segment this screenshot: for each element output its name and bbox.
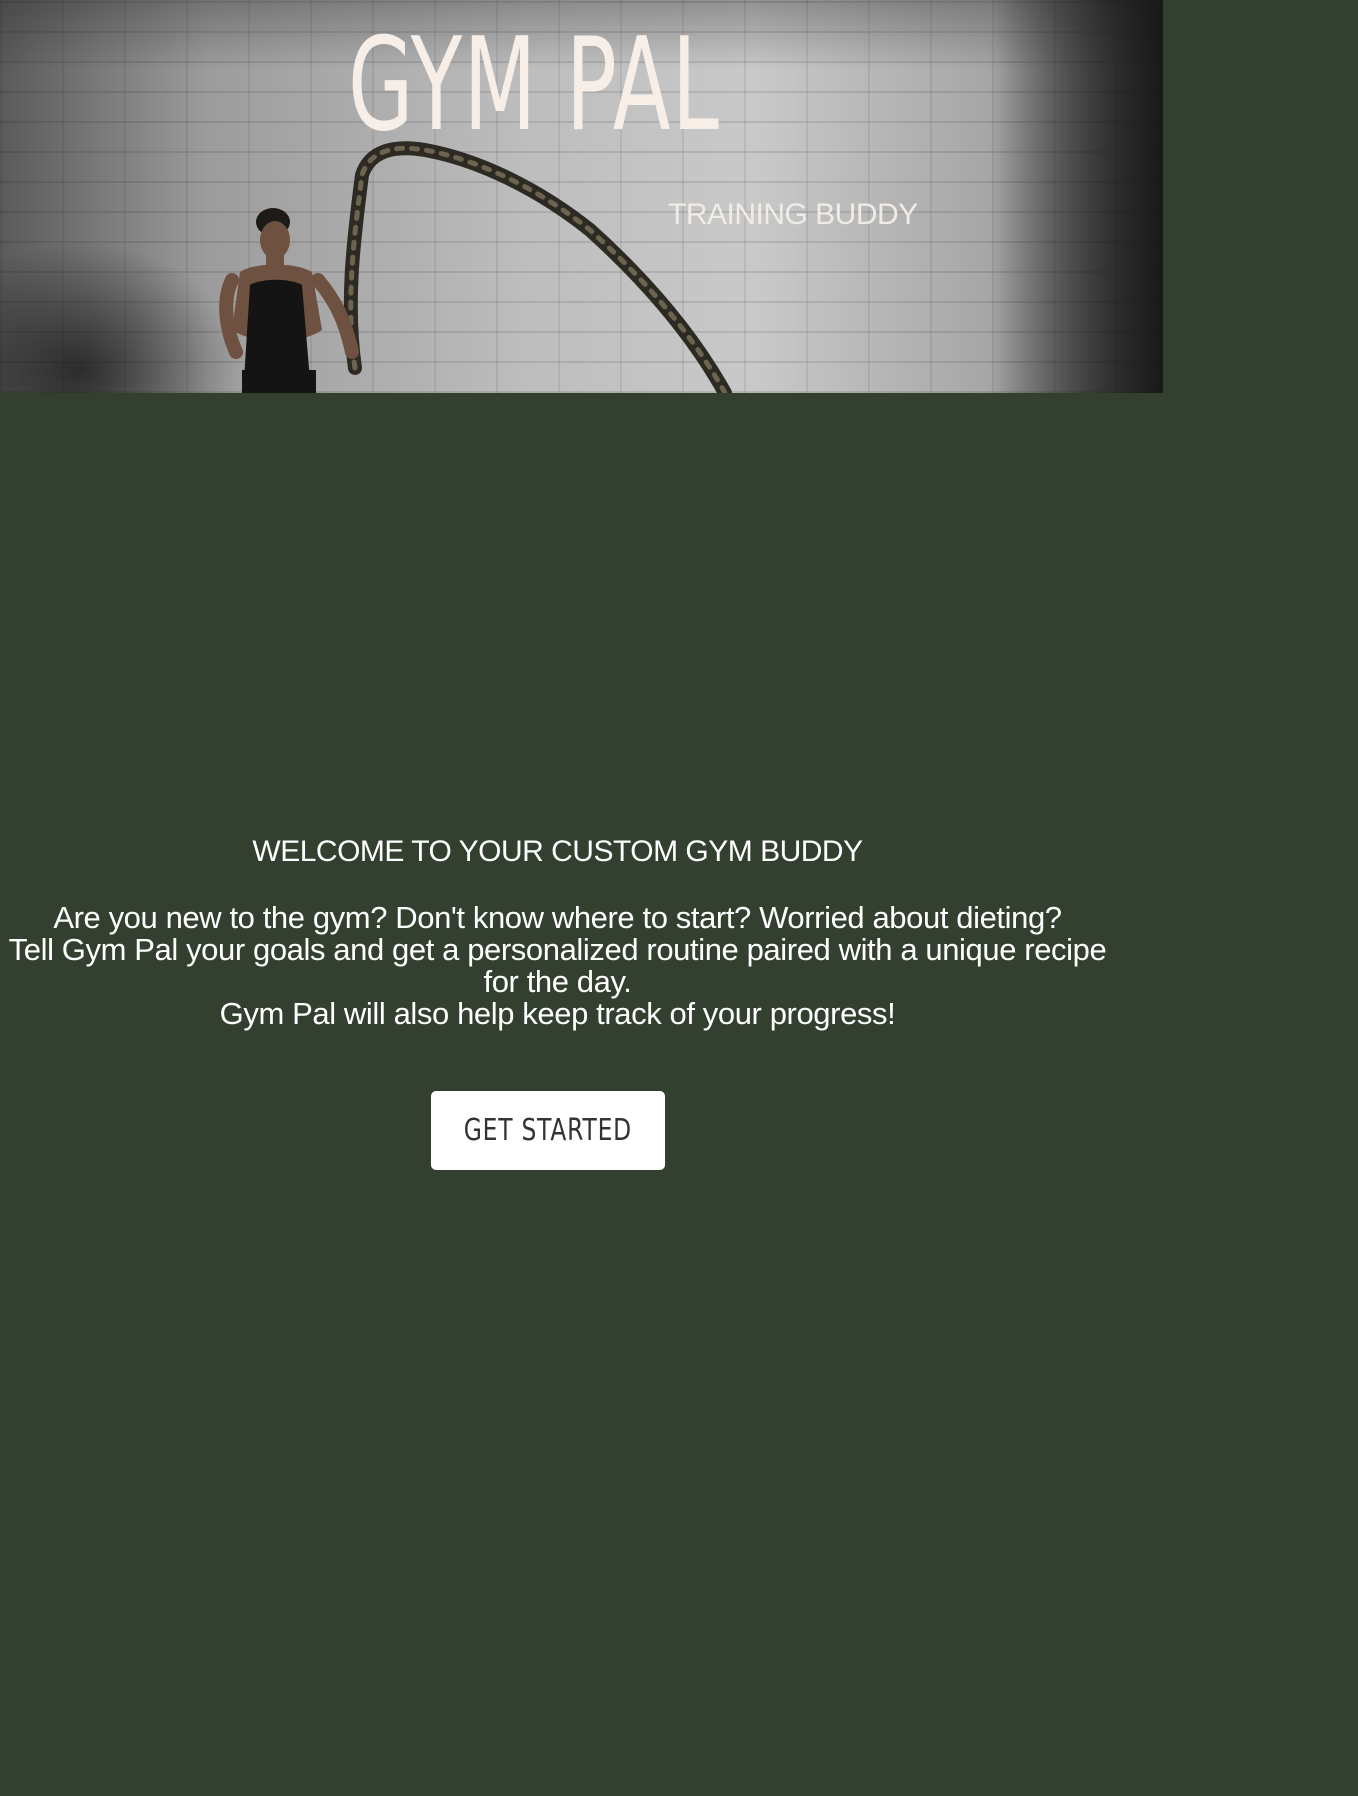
site-title: GYM PAL [348,11,721,160]
welcome-heading: WELCOME TO YOUR CUSTOM GYM BUDDY [252,835,863,868]
welcome-description: Are you new to the gym? Don't know where… [0,902,1115,1030]
athlete-figure [219,208,359,393]
welcome-section: WELCOME TO YOUR CUSTOM GYM BUDDY Are you… [0,832,1115,1030]
welcome-line: Gym Pal will also help keep track of you… [219,996,896,1031]
site-tagline: TRAINING BUDDY [668,198,918,231]
hero-banner: GYM PAL TRAINING BUDDY [0,0,1163,393]
welcome-line: Are you new to the gym? Don't know where… [53,900,1062,935]
welcome-line: Tell Gym Pal your goals and get a person… [8,932,1107,999]
get-started-button[interactable]: GET STARTED [431,1091,665,1170]
battle-rope [343,141,732,393]
get-started-label: GET STARTED [463,1113,633,1148]
